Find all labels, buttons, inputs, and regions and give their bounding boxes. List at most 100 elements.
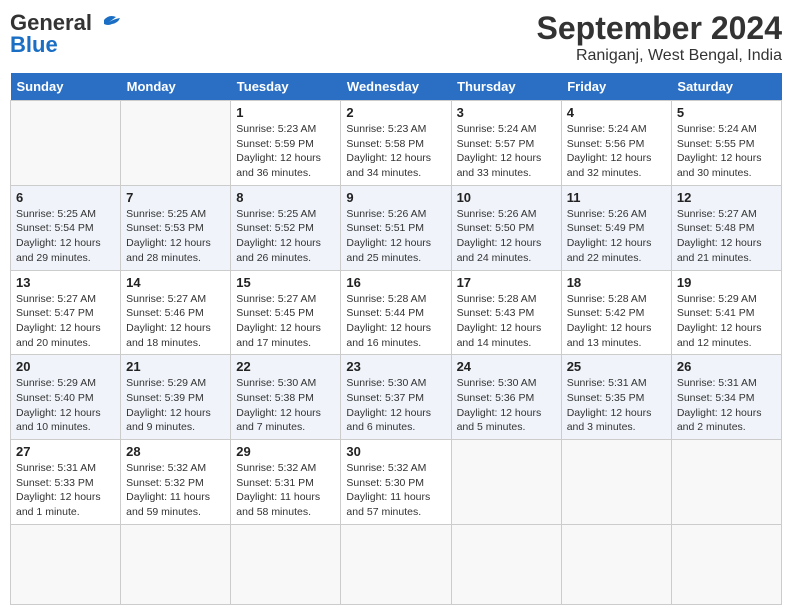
calendar-cell: 21 Sunrise: 5:29 AMSunset: 5:39 PMDaylig…	[121, 355, 231, 440]
day-number: 28	[126, 444, 225, 459]
day-number: 12	[677, 190, 776, 205]
calendar-cell	[231, 524, 341, 604]
calendar-cell: 20 Sunrise: 5:29 AMSunset: 5:40 PMDaylig…	[11, 355, 121, 440]
day-detail: Sunrise: 5:27 AMSunset: 5:45 PMDaylight:…	[236, 292, 335, 351]
logo: General Blue	[10, 10, 124, 58]
calendar-cell	[671, 524, 781, 604]
day-number: 14	[126, 275, 225, 290]
calendar-cell: 7 Sunrise: 5:25 AMSunset: 5:53 PMDayligh…	[121, 185, 231, 270]
calendar-cell: 9 Sunrise: 5:26 AMSunset: 5:51 PMDayligh…	[341, 185, 451, 270]
day-detail: Sunrise: 5:27 AMSunset: 5:48 PMDaylight:…	[677, 207, 776, 266]
day-detail: Sunrise: 5:30 AMSunset: 5:38 PMDaylight:…	[236, 376, 335, 435]
calendar-cell: 27 Sunrise: 5:31 AMSunset: 5:33 PMDaylig…	[11, 440, 121, 525]
day-detail: Sunrise: 5:31 AMSunset: 5:35 PMDaylight:…	[567, 376, 666, 435]
title-section: September 2024 Raniganj, West Bengal, In…	[537, 10, 782, 65]
day-number: 21	[126, 359, 225, 374]
calendar-cell	[451, 440, 561, 525]
calendar-cell	[561, 524, 671, 604]
calendar-cell: 30 Sunrise: 5:32 AMSunset: 5:30 PMDaylig…	[341, 440, 451, 525]
calendar-cell: 11 Sunrise: 5:26 AMSunset: 5:49 PMDaylig…	[561, 185, 671, 270]
day-detail: Sunrise: 5:29 AMSunset: 5:40 PMDaylight:…	[16, 376, 115, 435]
day-number: 30	[346, 444, 445, 459]
location: Raniganj, West Bengal, India	[537, 47, 782, 65]
header: General Blue September 2024 Raniganj, We…	[10, 10, 782, 65]
day-number: 2	[346, 105, 445, 120]
day-detail: Sunrise: 5:27 AMSunset: 5:47 PMDaylight:…	[16, 292, 115, 351]
day-number: 9	[346, 190, 445, 205]
calendar-cell: 6 Sunrise: 5:25 AMSunset: 5:54 PMDayligh…	[11, 185, 121, 270]
day-detail: Sunrise: 5:25 AMSunset: 5:52 PMDaylight:…	[236, 207, 335, 266]
day-number: 23	[346, 359, 445, 374]
day-detail: Sunrise: 5:26 AMSunset: 5:51 PMDaylight:…	[346, 207, 445, 266]
calendar-cell: 14 Sunrise: 5:27 AMSunset: 5:46 PMDaylig…	[121, 270, 231, 355]
weekday-friday: Friday	[561, 73, 671, 101]
calendar-cell	[561, 440, 671, 525]
day-detail: Sunrise: 5:29 AMSunset: 5:41 PMDaylight:…	[677, 292, 776, 351]
day-number: 16	[346, 275, 445, 290]
day-number: 13	[16, 275, 115, 290]
day-detail: Sunrise: 5:32 AMSunset: 5:32 PMDaylight:…	[126, 461, 225, 520]
day-detail: Sunrise: 5:31 AMSunset: 5:34 PMDaylight:…	[677, 376, 776, 435]
calendar-cell: 22 Sunrise: 5:30 AMSunset: 5:38 PMDaylig…	[231, 355, 341, 440]
logo-bird-icon	[94, 12, 124, 34]
calendar-cell: 5 Sunrise: 5:24 AMSunset: 5:55 PMDayligh…	[671, 101, 781, 186]
weekday-saturday: Saturday	[671, 73, 781, 101]
calendar-cell: 29 Sunrise: 5:32 AMSunset: 5:31 PMDaylig…	[231, 440, 341, 525]
day-detail: Sunrise: 5:32 AMSunset: 5:31 PMDaylight:…	[236, 461, 335, 520]
day-number: 6	[16, 190, 115, 205]
day-number: 11	[567, 190, 666, 205]
calendar-cell: 17 Sunrise: 5:28 AMSunset: 5:43 PMDaylig…	[451, 270, 561, 355]
calendar-cell: 13 Sunrise: 5:27 AMSunset: 5:47 PMDaylig…	[11, 270, 121, 355]
day-number: 3	[457, 105, 556, 120]
calendar-cell	[121, 101, 231, 186]
calendar-cell	[451, 524, 561, 604]
calendar-cell: 19 Sunrise: 5:29 AMSunset: 5:41 PMDaylig…	[671, 270, 781, 355]
calendar-cell: 26 Sunrise: 5:31 AMSunset: 5:34 PMDaylig…	[671, 355, 781, 440]
calendar-cell: 10 Sunrise: 5:26 AMSunset: 5:50 PMDaylig…	[451, 185, 561, 270]
calendar-cell: 2 Sunrise: 5:23 AMSunset: 5:58 PMDayligh…	[341, 101, 451, 186]
day-detail: Sunrise: 5:25 AMSunset: 5:54 PMDaylight:…	[16, 207, 115, 266]
day-number: 18	[567, 275, 666, 290]
calendar-cell	[11, 524, 121, 604]
calendar-cell: 8 Sunrise: 5:25 AMSunset: 5:52 PMDayligh…	[231, 185, 341, 270]
calendar-cell: 28 Sunrise: 5:32 AMSunset: 5:32 PMDaylig…	[121, 440, 231, 525]
day-number: 1	[236, 105, 335, 120]
day-number: 15	[236, 275, 335, 290]
day-detail: Sunrise: 5:27 AMSunset: 5:46 PMDaylight:…	[126, 292, 225, 351]
day-detail: Sunrise: 5:28 AMSunset: 5:43 PMDaylight:…	[457, 292, 556, 351]
calendar-cell: 25 Sunrise: 5:31 AMSunset: 5:35 PMDaylig…	[561, 355, 671, 440]
day-number: 20	[16, 359, 115, 374]
calendar-cell	[11, 101, 121, 186]
day-detail: Sunrise: 5:30 AMSunset: 5:36 PMDaylight:…	[457, 376, 556, 435]
day-detail: Sunrise: 5:24 AMSunset: 5:57 PMDaylight:…	[457, 122, 556, 181]
day-detail: Sunrise: 5:28 AMSunset: 5:42 PMDaylight:…	[567, 292, 666, 351]
day-number: 25	[567, 359, 666, 374]
day-detail: Sunrise: 5:30 AMSunset: 5:37 PMDaylight:…	[346, 376, 445, 435]
day-detail: Sunrise: 5:24 AMSunset: 5:55 PMDaylight:…	[677, 122, 776, 181]
month-title: September 2024	[537, 10, 782, 47]
calendar-cell: 3 Sunrise: 5:24 AMSunset: 5:57 PMDayligh…	[451, 101, 561, 186]
day-number: 5	[677, 105, 776, 120]
calendar-cell: 23 Sunrise: 5:30 AMSunset: 5:37 PMDaylig…	[341, 355, 451, 440]
day-number: 17	[457, 275, 556, 290]
day-detail: Sunrise: 5:29 AMSunset: 5:39 PMDaylight:…	[126, 376, 225, 435]
day-number: 26	[677, 359, 776, 374]
calendar-cell: 15 Sunrise: 5:27 AMSunset: 5:45 PMDaylig…	[231, 270, 341, 355]
calendar-cell: 24 Sunrise: 5:30 AMSunset: 5:36 PMDaylig…	[451, 355, 561, 440]
day-number: 27	[16, 444, 115, 459]
day-number: 29	[236, 444, 335, 459]
calendar-cell: 4 Sunrise: 5:24 AMSunset: 5:56 PMDayligh…	[561, 101, 671, 186]
day-detail: Sunrise: 5:25 AMSunset: 5:53 PMDaylight:…	[126, 207, 225, 266]
calendar-cell	[341, 524, 451, 604]
day-detail: Sunrise: 5:23 AMSunset: 5:59 PMDaylight:…	[236, 122, 335, 181]
weekday-tuesday: Tuesday	[231, 73, 341, 101]
weekday-monday: Monday	[121, 73, 231, 101]
day-detail: Sunrise: 5:32 AMSunset: 5:30 PMDaylight:…	[346, 461, 445, 520]
day-detail: Sunrise: 5:26 AMSunset: 5:50 PMDaylight:…	[457, 207, 556, 266]
day-detail: Sunrise: 5:23 AMSunset: 5:58 PMDaylight:…	[346, 122, 445, 181]
day-detail: Sunrise: 5:28 AMSunset: 5:44 PMDaylight:…	[346, 292, 445, 351]
day-number: 4	[567, 105, 666, 120]
day-number: 10	[457, 190, 556, 205]
day-number: 24	[457, 359, 556, 374]
day-detail: Sunrise: 5:31 AMSunset: 5:33 PMDaylight:…	[16, 461, 115, 520]
